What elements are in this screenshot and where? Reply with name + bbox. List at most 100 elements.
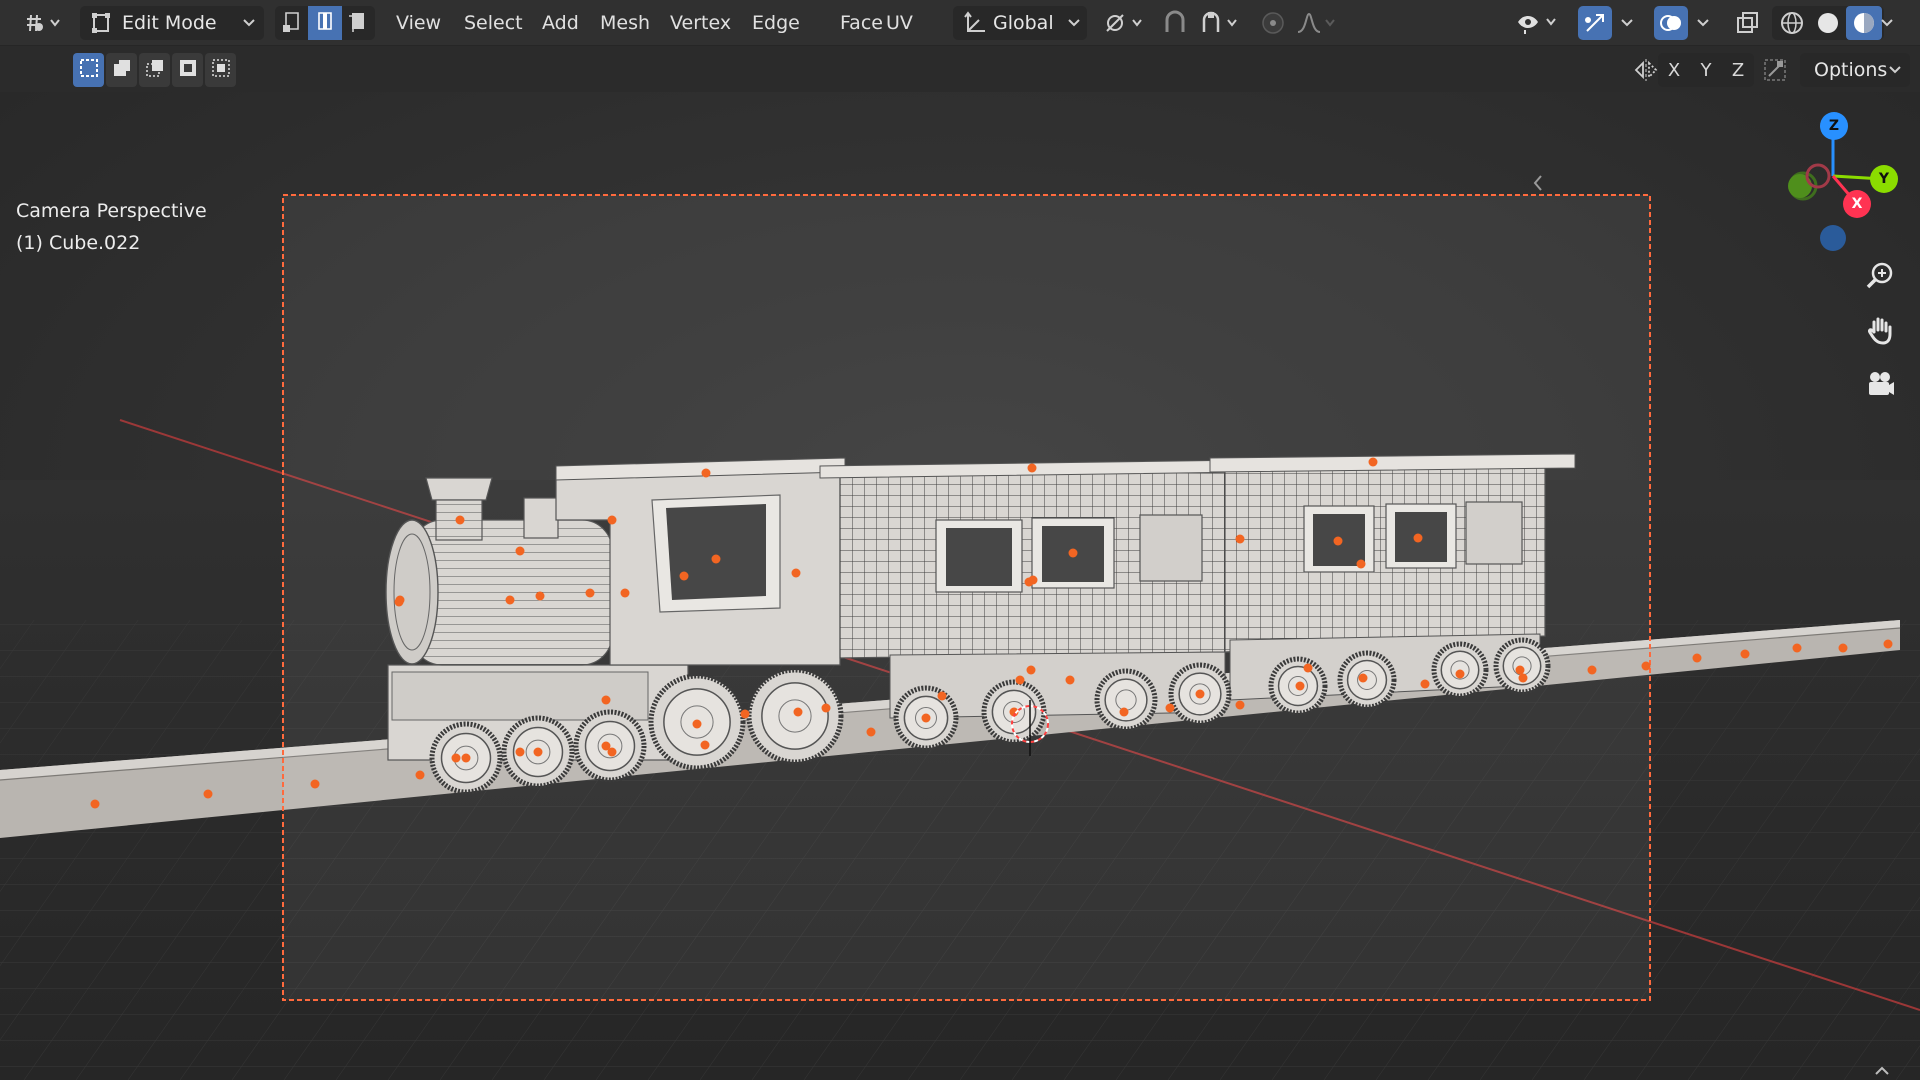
- overlays-icon: [1658, 10, 1684, 36]
- y-axis-handle[interactable]: Y: [1870, 165, 1898, 193]
- orientation-label: Global: [993, 12, 1054, 34]
- vertex-point: [1883, 639, 1893, 649]
- menu-edge[interactable]: Edge: [750, 6, 802, 40]
- zoom-button[interactable]: [1858, 256, 1902, 300]
- xray-toggle-button[interactable]: [1730, 6, 1764, 40]
- options-dropdown[interactable]: Options: [1800, 53, 1910, 87]
- snap-target-button[interactable]: [1194, 6, 1246, 40]
- vertex-point: [415, 770, 425, 780]
- vertex-point: [1515, 665, 1525, 675]
- edge-select-button[interactable]: [308, 6, 342, 40]
- snap-toggle-button[interactable]: [1158, 6, 1192, 40]
- mirror-y-toggle[interactable]: Y: [1690, 53, 1722, 87]
- proportional-falloff-button[interactable]: [1292, 6, 1344, 40]
- snap-target-icon: [1198, 10, 1242, 36]
- select-subtract-button[interactable]: [139, 53, 170, 87]
- falloff-curve-icon: [1296, 10, 1340, 36]
- pivot-point-button[interactable]: [1098, 6, 1148, 40]
- select-extend-button[interactable]: [106, 53, 137, 87]
- vertex-point: [1587, 665, 1597, 675]
- vertex-point: [533, 747, 543, 757]
- vertex-point: [740, 709, 750, 719]
- menu-view[interactable]: View: [394, 6, 443, 40]
- pan-button[interactable]: [1858, 310, 1902, 354]
- select-invert-icon: [177, 57, 199, 83]
- select-new-icon: [78, 57, 100, 83]
- vertex-point: [921, 713, 931, 723]
- vertex-point: [1026, 665, 1036, 675]
- vertex-point: [1027, 463, 1037, 473]
- select-box-mode-group: [73, 53, 237, 87]
- vertex-point: [1235, 700, 1245, 710]
- vertex-point: [455, 515, 465, 525]
- vertex-point: [601, 695, 611, 705]
- auto-merge-button[interactable]: [1758, 53, 1792, 87]
- material-shading-icon[interactable]: [1846, 6, 1882, 40]
- vertex-point: [451, 753, 461, 763]
- vertex-point: [585, 588, 595, 598]
- mirror-z-toggle[interactable]: Z: [1722, 53, 1754, 87]
- select-subtract-icon: [144, 57, 166, 83]
- eye-icon: [1515, 10, 1561, 36]
- neg-z-handle[interactable]: [1820, 225, 1846, 251]
- vertex-point: [1356, 559, 1366, 569]
- vertex-point: [620, 588, 630, 598]
- auto-merge-icon: [1762, 57, 1788, 83]
- options-label: Options: [1814, 59, 1888, 81]
- transform-orientation-dropdown[interactable]: Global: [953, 6, 1087, 40]
- vertex-point: [1065, 675, 1075, 685]
- z-axis-handle[interactable]: Z: [1820, 112, 1848, 140]
- face-select-button[interactable]: [342, 6, 375, 40]
- shading-dropdown-caret[interactable]: [1880, 6, 1894, 40]
- camera-view-button[interactable]: [1858, 364, 1902, 408]
- vertex-point: [679, 571, 689, 581]
- transform-orientation-icon: [963, 11, 989, 39]
- vertex-point: [1641, 661, 1651, 671]
- select-invert-button[interactable]: [172, 53, 203, 87]
- select-new-button[interactable]: [73, 53, 104, 87]
- overlays-dropdown-caret[interactable]: [1696, 6, 1710, 40]
- sidebar-toggle-arrow[interactable]: [1528, 170, 1548, 196]
- menu-edge-spacer: [750, 6, 754, 40]
- vertex-point: [505, 595, 515, 605]
- expand-arrow[interactable]: [1872, 1062, 1892, 1078]
- vertex-point: [310, 779, 320, 789]
- gizmo-dropdown-caret[interactable]: [1620, 6, 1634, 40]
- mirror-icon: [1633, 57, 1659, 83]
- viewport-scene: [0, 92, 1920, 1080]
- select-intersect-button[interactable]: [205, 53, 236, 87]
- vertex-select-button[interactable]: [275, 6, 308, 40]
- vertex-point: [1303, 663, 1313, 673]
- menu-select[interactable]: Select: [462, 6, 525, 40]
- gizmo-toggle-button[interactable]: [1578, 6, 1612, 40]
- active-object-label: (1) Cube.022: [16, 232, 141, 254]
- menu-vertex[interactable]: Vertex: [668, 6, 733, 40]
- select-intersect-icon: [210, 57, 232, 83]
- wireframe-shading-icon[interactable]: [1774, 10, 1810, 36]
- solid-shading-icon[interactable]: [1810, 10, 1846, 36]
- zoom-icon: [1864, 260, 1896, 296]
- menu-face[interactable]: Face: [838, 6, 885, 40]
- mode-label: Edit Mode: [122, 12, 217, 34]
- x-axis-handle[interactable]: X: [1843, 190, 1871, 218]
- vertex-point: [461, 753, 471, 763]
- menu-uv[interactable]: UV: [884, 6, 915, 40]
- overlays-toggle-button[interactable]: [1654, 6, 1688, 40]
- snap-icon: [1162, 10, 1188, 36]
- visibility-dropdown[interactable]: [1512, 6, 1564, 40]
- vertex-point: [821, 703, 831, 713]
- proportional-editing-button[interactable]: [1256, 6, 1290, 40]
- vertex-point: [1068, 548, 1078, 558]
- vertex-point: [791, 568, 801, 578]
- vertex-point: [395, 595, 405, 605]
- chevron-down-icon: [1888, 61, 1902, 83]
- mirror-x-toggle[interactable]: X: [1658, 53, 1690, 87]
- mode-dropdown[interactable]: Edit Mode: [80, 6, 264, 40]
- vertex-point: [1358, 673, 1368, 683]
- editor-type-button[interactable]: [18, 6, 68, 40]
- vertex-point: [535, 591, 545, 601]
- menu-add[interactable]: Add: [540, 6, 581, 40]
- 3d-viewport[interactable]: Camera Perspective (1) Cube.022: [0, 92, 1920, 1080]
- pan-hand-icon: [1864, 314, 1896, 350]
- menu-mesh[interactable]: Mesh: [598, 6, 652, 40]
